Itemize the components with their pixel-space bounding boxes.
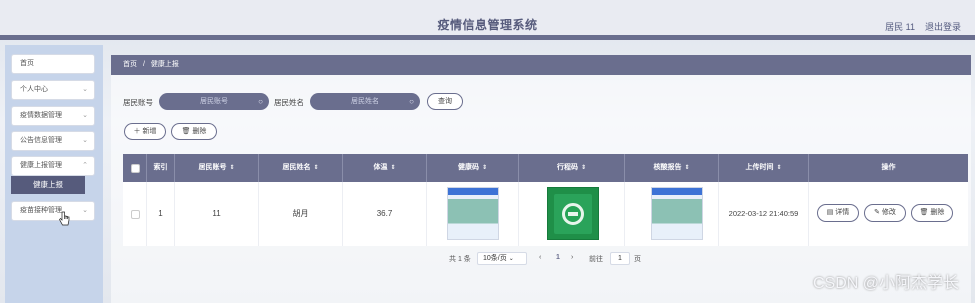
col-index: 索引 <box>147 154 175 182</box>
chevron-up-icon: ⌃ <box>82 162 88 169</box>
sidebar-item-announcements[interactable]: 公告信息管理 ⌄ <box>11 131 95 151</box>
sidebar-item-epidemic-data[interactable]: 疫情数据管理 ⌄ <box>11 106 95 126</box>
table-header: 索引 居民账号 ⇕ 居民姓名 ⇕ 体温 ⇕ 健康码 ⇕ 行程码 ⇕ 核酸报告 ⇕ 上传时间 ⇕… <box>123 154 968 182</box>
chevron-down-icon: ⌄ <box>82 86 88 93</box>
col-health-code[interactable]: 健康码 ⇕ <box>427 154 519 182</box>
prev-page-icon[interactable]: ‹ <box>539 254 541 261</box>
plus-icon: ＋ <box>133 128 141 135</box>
breadcrumb-current: 健康上报 <box>150 61 179 68</box>
page-size-select[interactable]: 10条/页 ⌄ <box>477 252 527 265</box>
cell-name: 胡月 <box>259 182 343 246</box>
cell-upload-time: 2022-03-12 21:40:59 <box>719 182 809 246</box>
cell-index: 1 <box>147 182 175 246</box>
total-count: 共 1 条 <box>449 256 471 263</box>
col-temp[interactable]: 体温 ⇕ <box>343 154 427 182</box>
chevron-down-icon: ⌄ <box>82 112 88 119</box>
select-all-checkbox[interactable] <box>131 164 140 173</box>
main-content: 首页 / 健康上报 居民账号 居民账号 ○ 居民姓名 居民姓名 ○ 查询 ＋ 新… <box>111 55 971 303</box>
sidebar-item-label: 首页 <box>20 60 34 67</box>
chevron-down-icon: ⌄ <box>82 137 88 144</box>
edit-button[interactable]: ✎ 修改 <box>864 204 906 222</box>
page-number[interactable]: 1 <box>556 254 560 261</box>
next-page-icon[interactable]: › <box>571 254 573 261</box>
sidebar-item-label: 疫情数据管理 <box>20 112 62 119</box>
chevron-down-icon: ⌄ <box>82 207 88 214</box>
search-icon: ○ <box>409 97 414 106</box>
col-operations: 操作 <box>881 164 896 171</box>
col-nucleic-report[interactable]: 核酸报告 ⇕ <box>625 154 719 182</box>
goto-page-input[interactable]: 1 <box>610 252 630 265</box>
search-icon: ○ <box>258 97 263 106</box>
batch-delete-button[interactable]: 🗑 删除 <box>171 123 217 140</box>
cell-account: 11 <box>175 182 259 246</box>
col-account[interactable]: 居民账号 ⇕ <box>175 154 259 182</box>
logout-link[interactable]: 退出登录 <box>925 20 961 33</box>
col-upload-time[interactable]: 上传时间 ⇕ <box>719 154 809 182</box>
col-trip-code[interactable]: 行程码 ⇕ <box>519 154 625 182</box>
page-suffix: 页 <box>634 256 641 263</box>
trip-code-image[interactable] <box>547 187 599 240</box>
sidebar-subitem-health-report[interactable]: 健康上报 <box>11 176 85 194</box>
hand-cursor-icon <box>59 211 70 226</box>
sidebar-item-label: 个人中心 <box>20 86 48 93</box>
health-code-image[interactable] <box>447 187 499 240</box>
breadcrumb: 首页 / 健康上报 <box>111 55 971 75</box>
search-form: 居民账号 居民账号 ○ 居民姓名 居民姓名 ○ 查询 <box>111 93 971 113</box>
row-select-cell <box>123 182 147 246</box>
col-name[interactable]: 居民姓名 ⇕ <box>259 154 343 182</box>
name-label: 居民姓名 <box>274 98 304 107</box>
watermark: CSDN @小阿杰学长 <box>812 275 959 292</box>
add-button[interactable]: ＋ 新增 <box>124 123 166 140</box>
cell-temp: 36.7 <box>343 182 427 246</box>
current-user: 居民 11 <box>885 22 915 32</box>
document-icon: ▤ <box>826 209 834 216</box>
sidebar-item-health-report[interactable]: 健康上报管理 ⌃ <box>11 156 95 176</box>
sidebar-item-vaccination[interactable]: 疫苗接种管理 ⌄ <box>11 201 95 221</box>
breadcrumb-separator: / <box>142 61 145 68</box>
goto-label: 前往 <box>589 256 603 263</box>
delete-button[interactable]: 🗑 删除 <box>911 204 953 222</box>
nucleic-report-image[interactable] <box>651 187 703 240</box>
select-all-cell <box>123 154 147 182</box>
app-title: 疫情信息管理系统 <box>437 18 538 32</box>
search-button[interactable]: 查询 <box>427 93 463 110</box>
sidebar-item-label: 疫苗接种管理 <box>20 207 62 214</box>
breadcrumb-home[interactable]: 首页 <box>123 61 137 68</box>
chevron-down-icon: ⌄ <box>508 256 514 262</box>
account-search-input[interactable]: 居民账号 ○ <box>159 93 269 110</box>
sidebar-item-home[interactable]: 首页 <box>11 54 95 74</box>
name-search-input[interactable]: 居民姓名 ○ <box>310 93 420 110</box>
pencil-icon: ✎ <box>874 209 880 216</box>
health-report-table: 索引 居民账号 ⇕ 居民姓名 ⇕ 体温 ⇕ 健康码 ⇕ 行程码 ⇕ 核酸报告 ⇕ 上传时间 ⇕… <box>123 154 968 246</box>
sidebar-item-profile[interactable]: 个人中心 ⌄ <box>11 80 95 100</box>
detail-button[interactable]: ▤ 详情 <box>817 204 859 222</box>
account-label: 居民账号 <box>123 98 153 107</box>
row-checkbox[interactable] <box>131 210 140 219</box>
sidebar-item-label: 健康上报管理 <box>20 162 62 169</box>
trash-icon: 🗑 <box>919 209 929 216</box>
top-bar: 疫情信息管理系统 居民 11 退出登录 <box>0 0 975 40</box>
sidebar: 首页 个人中心 ⌄ 疫情数据管理 ⌄ 公告信息管理 ⌄ 健康上报管理 ⌃ 健康上… <box>5 45 103 303</box>
sidebar-item-label: 公告信息管理 <box>20 137 62 144</box>
trash-icon: 🗑 <box>181 128 191 135</box>
